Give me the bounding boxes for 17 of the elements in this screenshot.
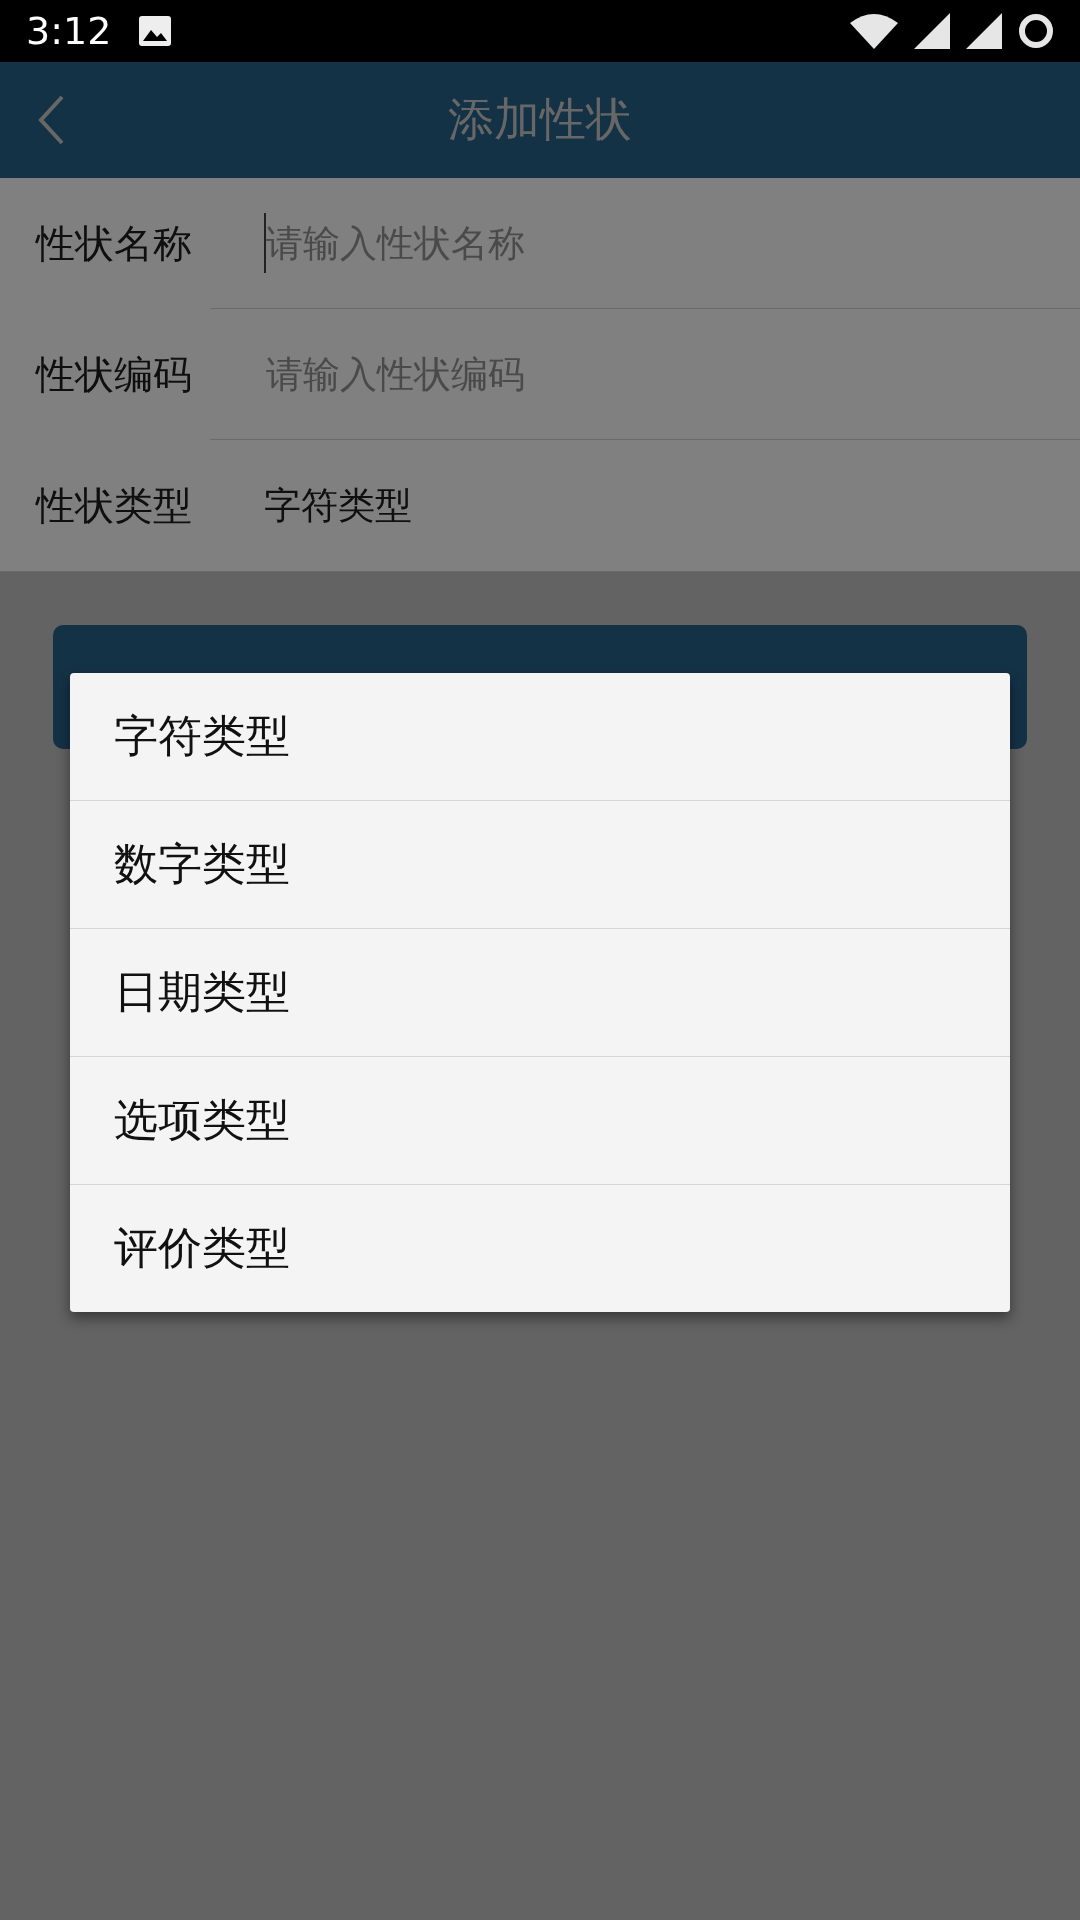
- status-time: 3:12: [26, 9, 112, 53]
- page-title: 添加性状: [448, 91, 632, 148]
- back-icon[interactable]: [36, 94, 66, 146]
- menu-item[interactable]: 选项类型: [70, 1056, 1010, 1184]
- type-value[interactable]: 字符类型: [264, 480, 412, 531]
- signal-icon: [966, 13, 1002, 49]
- menu-item[interactable]: 日期类型: [70, 928, 1010, 1056]
- field-label: 性状名称: [34, 219, 193, 268]
- menu-item[interactable]: 字符类型: [70, 673, 1010, 800]
- signal-icon: [914, 13, 950, 49]
- menu-item[interactable]: 评价类型: [70, 1184, 1010, 1312]
- image-icon: [139, 16, 172, 46]
- wifi-icon: [850, 13, 898, 49]
- menu-item[interactable]: 数字类型: [70, 800, 1010, 928]
- field-label: 性状类型: [34, 481, 193, 530]
- field-label: 性状编码: [34, 350, 193, 399]
- battery-ring-icon: [1018, 13, 1054, 49]
